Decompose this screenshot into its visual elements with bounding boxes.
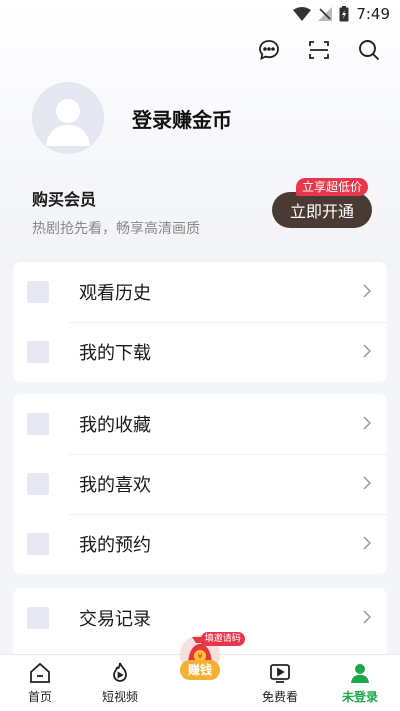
message-button[interactable] bbox=[256, 37, 282, 63]
vip-promo-badge: 立享超低价 bbox=[295, 178, 368, 196]
earn-label: 赚钱 bbox=[180, 660, 220, 680]
history-icon bbox=[27, 281, 49, 303]
menu-card-1: 观看历史 我的下载 bbox=[13, 262, 387, 382]
menu-card-2: 我的收藏 我的喜欢 我的预约 bbox=[13, 394, 387, 574]
vip-open-button[interactable]: 立即开通 bbox=[272, 192, 372, 228]
search-button[interactable] bbox=[356, 37, 382, 63]
menu-item-label: 我的喜欢 bbox=[79, 475, 151, 496]
search-icon bbox=[359, 40, 380, 61]
menu-item-label: 交易记录 bbox=[79, 609, 151, 630]
login-label[interactable]: 登录赚金币 bbox=[132, 104, 232, 133]
top-toolbar bbox=[256, 33, 382, 67]
scan-icon bbox=[309, 41, 329, 59]
transaction-icon bbox=[27, 607, 49, 629]
scan-button[interactable] bbox=[306, 37, 332, 63]
status-time: 7:49 bbox=[356, 5, 390, 23]
tab-label: 首页 bbox=[27, 690, 52, 704]
favorites-icon bbox=[27, 413, 49, 435]
menu-item-favorites[interactable]: 我的收藏 bbox=[13, 394, 387, 454]
tab-label: 免费看 bbox=[261, 690, 298, 704]
vip-banner[interactable]: 购买会员 热剧抢先看，畅享高清画质 立享超低价 立即开通 bbox=[32, 178, 372, 237]
status-bar: 7:49 bbox=[0, 0, 400, 28]
chevron-right-icon bbox=[363, 536, 371, 550]
like-icon bbox=[27, 473, 49, 495]
flame-icon bbox=[113, 662, 127, 682]
message-icon bbox=[259, 40, 279, 61]
chevron-right-icon bbox=[363, 416, 371, 430]
menu-item-label: 我的下载 bbox=[79, 343, 151, 364]
avatar[interactable] bbox=[32, 82, 104, 154]
menu-item-label: 我的收藏 bbox=[79, 415, 151, 436]
user-icon bbox=[351, 664, 369, 683]
play-tv-icon bbox=[270, 664, 290, 683]
chevron-right-icon bbox=[363, 284, 371, 298]
menu-item-label: 我的预约 bbox=[79, 535, 151, 556]
user-avatar-icon bbox=[46, 99, 90, 146]
menu-item-label: 观看历史 bbox=[79, 283, 151, 304]
reservation-icon bbox=[27, 533, 49, 555]
menu-item-reservations[interactable]: 我的预约 bbox=[13, 514, 387, 574]
tab-earn[interactable]: ¥ 赚钱 填邀请码 bbox=[160, 632, 245, 711]
chevron-right-icon bbox=[363, 476, 371, 490]
menu-item-likes[interactable]: 我的喜欢 bbox=[13, 454, 387, 514]
tab-home[interactable]: 首页 bbox=[0, 655, 80, 711]
menu-item-downloads[interactable]: 我的下载 bbox=[13, 322, 387, 382]
invite-code-badge: 填邀请码 bbox=[200, 632, 245, 646]
download-icon bbox=[27, 341, 49, 363]
chevron-right-icon bbox=[363, 344, 371, 358]
tab-free[interactable]: 免费看 bbox=[240, 655, 320, 711]
home-icon bbox=[30, 662, 50, 683]
tab-label: 未登录 bbox=[341, 690, 378, 704]
menu-item-history[interactable]: 观看历史 bbox=[13, 262, 387, 322]
tab-me[interactable]: 未登录 bbox=[320, 655, 400, 711]
chevron-right-icon bbox=[363, 610, 371, 624]
no-signal-icon bbox=[318, 7, 333, 21]
bottom-tab-bar: 首页 短视频 ¥ 赚钱 填邀请码 免费看 未登录 bbox=[0, 632, 400, 711]
wifi-icon bbox=[293, 7, 312, 21]
tab-label: 短视频 bbox=[101, 690, 138, 704]
profile-section[interactable]: 登录赚金币 bbox=[32, 82, 232, 154]
battery-icon bbox=[339, 6, 349, 22]
tab-short-video[interactable]: 短视频 bbox=[80, 655, 160, 711]
